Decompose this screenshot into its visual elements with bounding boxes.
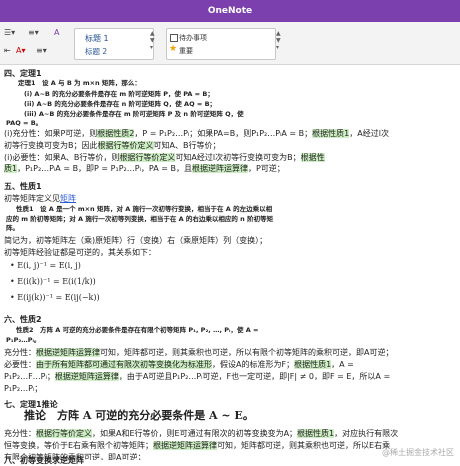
font-color-icon[interactable]: A▾ [16,46,26,55]
section-6-heading: 六、性质2 [4,315,42,324]
ribbon-format-tools: ☰▾ ≡▾ ⇤ A▾ ≡▾ A [2,26,68,62]
proof-line: 质1，P₁P₂…PₗA = B，即P = P₁P₂…Pₗ，PA = B，且根据逆… [4,164,285,173]
style-heading-1[interactable]: 标题 1 [85,33,109,44]
numbered-list-icon[interactable]: ≡▾ [28,28,39,37]
page-content[interactable]: 四、定理1 定理1 设 A 与 B 为 m×n 矩阵，那么： (i) A~B 的… [0,64,460,460]
align-icon[interactable]: ≡▾ [36,46,47,55]
ribbon: ☰▾ ≡▾ ⇤ A▾ ≡▾ A 标题 1 标题 2 ▲ ▼ ▾ 待办事项 ★ 重要 … [0,22,460,65]
text-line: 初等矩阵经验证都是可逆的，其关系如下： [4,248,156,257]
theorem-1-item-ii: (ii) A~B 的充分必要条件是存在 n 阶可逆矩阵 Q，使 AQ = B； [24,100,217,108]
proof-line: 必要性：由于所有矩阵都可通过有限次初等变换化为标准形，假设A的标准形为F；根据性… [4,360,354,369]
proof-line: 初等行变换可变为B；因此根据行等价定义可知A、B行等价； [4,141,221,150]
star-icon: ★ [169,44,178,54]
proof-line: (ⅰ)充分性：如果P可逆，则根据性质2，P = P₁P₂…Pₗ；如果PA=B，则… [4,129,389,138]
tag-important-label: 重要 [179,47,193,55]
tags-scroll[interactable]: ▲ ▼ ▾ [276,30,284,56]
proof-line: 充分性：根据逆矩阵运算律可知，矩阵都可逆，则其乘积也可逆，所以有限个初等矩阵的乘… [4,348,394,357]
text-line: 简记为，初等矩阵左（乘)原矩阵）行（变换）右（乘原矩阵）列（变换）； [4,236,268,245]
theorem-1-statement: 定理1 设 A 与 B 为 m×n 矩阵，那么： [18,79,141,87]
text-line: 初等矩阵定义见矩阵 [4,194,76,203]
section-4-heading: 四、定理1 [4,69,42,78]
property-2-statement-cont: P₁P₂…Pₗ。 [6,336,41,344]
theorem-1-item-iii-cont: PAQ = B。 [6,119,43,127]
theorem-1-item-iii: (iii) A~B 的充分必要条件是存在 m 阶可逆矩阵 P 及 n 阶可逆矩阵… [24,110,244,118]
style-heading-2[interactable]: 标题 2 [85,46,107,57]
theorem-1-item-i: (i) A~B 的充分必要条件是存在 m 阶可逆矩阵 P，使 PA = B； [24,90,214,98]
window-title: OneNote [0,0,460,22]
proof-line: P₁P₂…F…Pₗ；根据逆矩阵运算律，由于A可逆且P₁P₂…Pₗ可逆，F也一定可… [4,372,391,381]
property-1-statement: 性质1 设 A 是一个 m×n 矩阵，对 A 施行一次初等行变换，相当于在 A … [16,205,273,213]
formula-bullet: • E(i, j)⁻¹ = E(i, j) [10,261,81,270]
proof-line: P₁P₂…Pₗ； [4,384,43,393]
tags-gallery: 待办事项 ★ 重要 [166,28,276,60]
clear-format-icon[interactable]: A [54,28,59,37]
section-5-heading: 五、性质1 [4,182,42,191]
proof-line: 充分性：根据行等价定义，如果A和E行等价，则E可通过有限次的初等变换变为A；根据… [4,429,399,438]
proof-line: (ⅰ)必要性：如果A、B行等价，则根据行等价定义可知A经过l次初等行变换可变为B… [4,153,325,162]
corollary-statement: 推论 方阵 A 可逆的充分必要条件是 A ~ E。 [24,409,254,422]
proof-line: 恒等变换，等价于E右乘有限个初等矩阵；根据逆矩阵运算律可知，矩阵都可逆，则其乘积… [4,441,391,450]
list-icon[interactable]: ☰▾ [4,28,15,37]
formula-bullet: • E(i(k))⁻¹ = E(i(1/k)) [10,277,96,286]
checkbox-icon [170,34,178,42]
tag-todo[interactable]: 待办事项 [170,33,207,43]
styles-gallery: 标题 1 标题 2 [74,28,154,60]
matrix-link[interactable]: 矩阵 [60,194,76,203]
tag-todo-label: 待办事项 [179,34,207,42]
property-1-statement-cont: 应的 m 阶初等矩阵；对 A 施行一次初等列变换，相当于在 A 的右边乘以相应的… [6,215,274,223]
section-8-heading: 八、初等变换求逆矩阵 [4,456,84,465]
indent-icon[interactable]: ⇤ [4,46,11,55]
property-1-statement-end: 阵。 [6,224,19,232]
property-2-statement: 性质2 方阵 A 可逆的充分必要条件是存在有限个初等矩阵 P₁, P₂, …, … [16,326,259,334]
watermark: @稀土掘金技术社区 [382,448,454,457]
tag-important[interactable]: ★ 重要 [169,44,193,56]
formula-bullet: • E(ij(k))⁻¹ = E(ij(−k)) [10,293,100,302]
styles-scroll[interactable]: ▲ ▼ ▾ [150,30,158,56]
